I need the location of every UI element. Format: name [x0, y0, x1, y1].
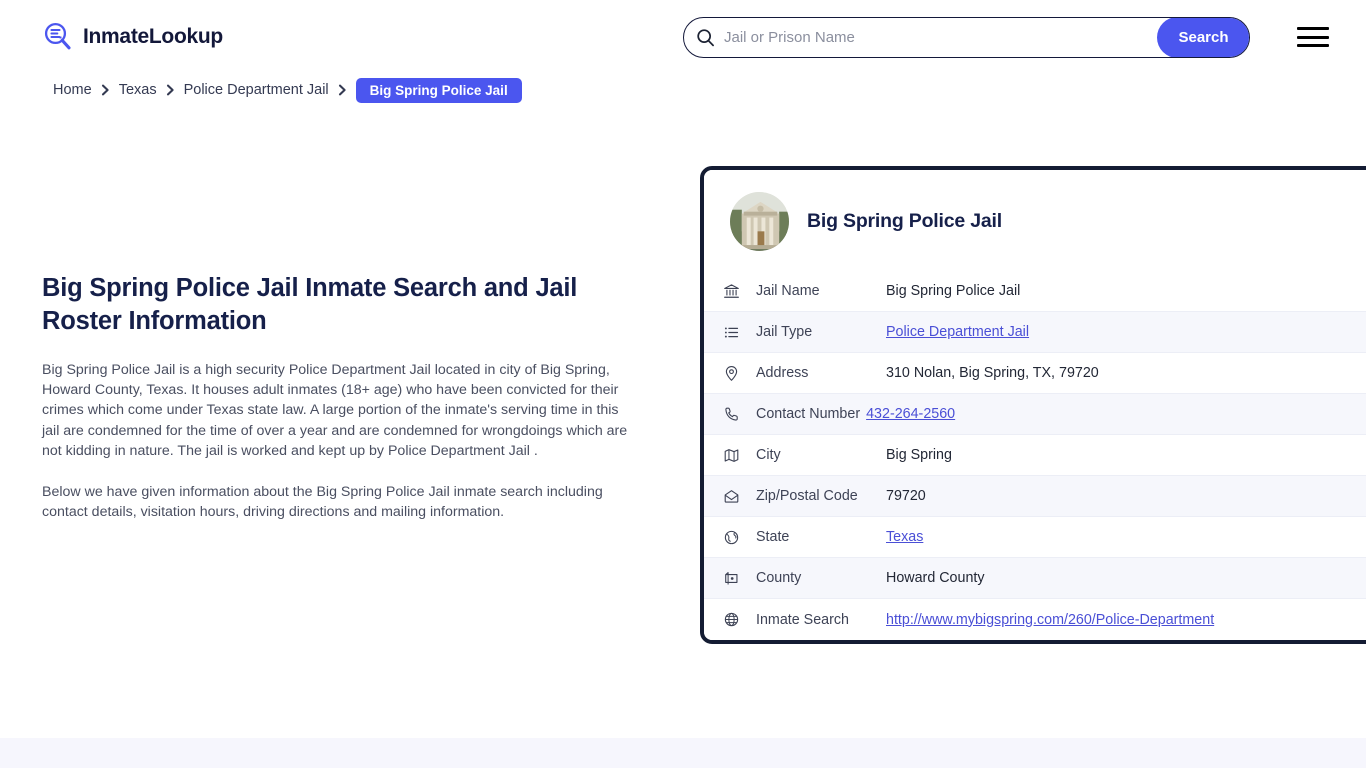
magnifier-list-icon	[42, 21, 74, 53]
jail-info-card-title: Big Spring Police Jail	[807, 210, 1002, 233]
site-logo[interactable]: InmateLookup	[42, 21, 223, 53]
chevron-right-icon	[101, 84, 110, 96]
info-row: City Big Spring	[704, 435, 1366, 476]
menu-line	[1297, 44, 1329, 47]
jail-info-card: Big Spring Police Jail Jail Name Big Spr…	[700, 166, 1366, 644]
list-icon	[722, 323, 740, 341]
info-row-label: Zip/Postal Code	[756, 488, 886, 504]
breadcrumb-item-police-department-jail[interactable]: Police Department Jail	[184, 82, 329, 98]
info-row: Jail Type Police Department Jail	[704, 312, 1366, 353]
map-pin-icon	[722, 364, 740, 382]
menu-line	[1297, 27, 1329, 30]
info-row-label: City	[756, 447, 886, 463]
hamburger-menu-icon[interactable]	[1296, 24, 1330, 50]
info-row: County Howard County	[704, 558, 1366, 599]
info-row-label: State	[756, 529, 886, 545]
breadcrumb-item-texas[interactable]: Texas	[119, 82, 157, 98]
logo-text: InmateLookup	[83, 25, 223, 49]
chevron-right-icon	[338, 84, 347, 96]
search-input[interactable]	[720, 18, 1157, 57]
info-row: Zip/Postal Code 79720	[704, 476, 1366, 517]
info-row-label: Jail Name	[756, 283, 886, 299]
info-row: Jail Name Big Spring Police Jail	[704, 271, 1366, 312]
breadcrumb-item-home[interactable]: Home	[53, 82, 92, 98]
info-row: Inmate Search http://www.mybigspring.com…	[704, 599, 1366, 640]
info-row: Address 310 Nolan, Big Spring, TX, 79720	[704, 353, 1366, 394]
article-paragraph-2: Below we have given information about th…	[42, 482, 634, 522]
info-row-value: Big Spring	[886, 447, 952, 463]
globe-icon	[722, 528, 740, 546]
chevron-right-icon	[166, 84, 175, 96]
search-bar[interactable]: Search	[683, 17, 1250, 58]
map-icon	[722, 446, 740, 464]
article-paragraph-1: Big Spring Police Jail is a high securit…	[42, 360, 634, 461]
flag-pin-icon	[722, 569, 740, 587]
info-row-label: Inmate Search	[756, 612, 886, 628]
info-row-label: County	[756, 570, 886, 586]
info-row-label: Address	[756, 365, 886, 381]
info-row-value: Big Spring Police Jail	[886, 283, 1020, 299]
page-title: Big Spring Police Jail Inmate Search and…	[42, 272, 642, 338]
breadcrumb: Home Texas Police Department Jail Big Sp…	[53, 77, 1366, 103]
globe-grid-icon	[722, 611, 740, 629]
courthouse-building-photo	[730, 192, 789, 251]
info-row: Contact Number 432-264-2560	[704, 394, 1366, 435]
menu-line	[1297, 36, 1329, 39]
site-header: InmateLookup Search	[0, 0, 1366, 74]
breadcrumb-item-current: Big Spring Police Jail	[356, 78, 522, 103]
page-bottom-band	[0, 738, 1366, 768]
inmate-search-link[interactable]: http://www.mybigspring.com/260/Police-De…	[886, 612, 1214, 628]
info-row: State Texas	[704, 517, 1366, 558]
info-row-value: Howard County	[886, 570, 985, 586]
info-row-label: Contact Number	[756, 406, 866, 422]
jail-info-card-header: Big Spring Police Jail	[704, 170, 1366, 271]
phone-icon	[722, 405, 740, 423]
state-link[interactable]: Texas	[886, 529, 923, 545]
bank-institution-icon	[722, 282, 740, 300]
info-row-value: 310 Nolan, Big Spring, TX, 79720	[886, 365, 1099, 381]
article-column: Big Spring Police Jail Inmate Search and…	[42, 272, 642, 522]
search-icon	[684, 18, 720, 57]
contact-number-link[interactable]: 432-264-2560	[866, 406, 955, 422]
envelope-icon	[722, 487, 740, 505]
info-row-label: Jail Type	[756, 324, 886, 340]
search-button[interactable]: Search	[1157, 17, 1250, 58]
info-row-value: 79720	[886, 488, 926, 504]
jail-type-link[interactable]: Police Department Jail	[886, 324, 1029, 340]
